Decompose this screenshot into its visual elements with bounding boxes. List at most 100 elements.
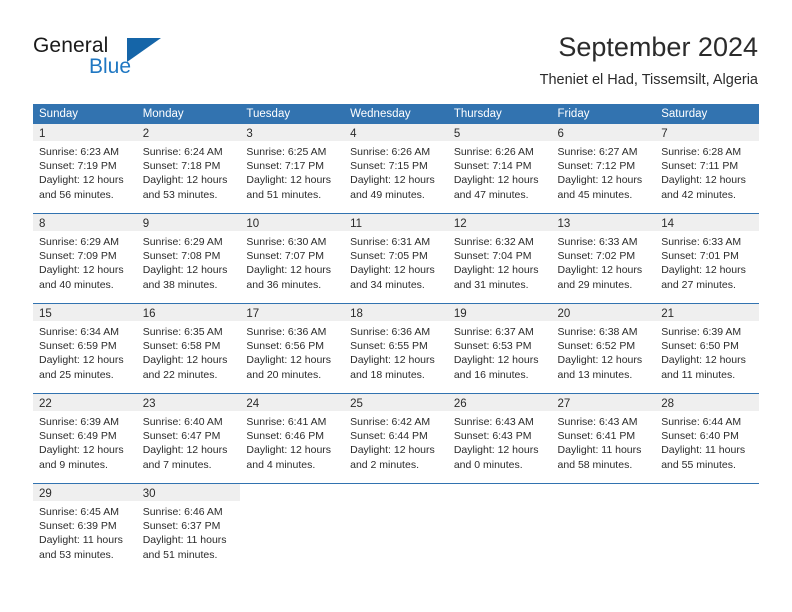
calendar-week-row: 29 Sunrise: 6:45 AM Sunset: 6:39 PM Dayligh… (33, 483, 759, 573)
day-number: 26 (453, 398, 467, 410)
sunrise-text: Sunrise: 6:44 AM (661, 416, 742, 428)
day-number: 30 (142, 488, 156, 500)
day-number-band: 30 (136, 484, 241, 501)
day-cell[interactable]: 19 Sunrise: 6:37 AM Sunset: 6:53 PM Dayligh… (447, 304, 552, 393)
daylight-text-line2: and 38 minutes. (142, 278, 218, 291)
sunset-text: Sunset: 6:49 PM (39, 430, 117, 443)
day-cell[interactable]: 9 Sunrise: 6:29 AM Sunset: 7:08 PM Daylight… (136, 214, 241, 303)
day-number-band: 29 (33, 484, 137, 501)
day-number: 16 (142, 308, 156, 320)
day-cell[interactable]: 26 Sunrise: 6:43 AM Sunset: 6:43 PM Dayligh… (447, 394, 552, 483)
daylight-text-line1: Daylight: 12 hours (350, 174, 435, 187)
day-cell[interactable]: 25 Sunrise: 6:42 AM Sunset: 6:44 PM Dayligh… (344, 394, 448, 483)
day-cell[interactable]: 13 Sunrise: 6:33 AM Sunset: 7:02 PM Dayligh… (551, 214, 656, 303)
weekday-header-sunday: Sunday (39, 108, 79, 120)
daylight-text-line1: Daylight: 12 hours (246, 354, 332, 367)
day-number-band: 15 (33, 304, 137, 321)
sunrise-text: Sunrise: 6:43 AM (557, 416, 638, 428)
sunset-text: Sunset: 6:50 PM (661, 340, 739, 353)
day-number: 29 (39, 488, 52, 500)
day-number: 5 (453, 128, 461, 140)
daylight-text-line2: and 0 minutes. (453, 458, 523, 471)
sunset-text: Sunset: 6:52 PM (557, 340, 636, 353)
day-cell-empty (655, 484, 759, 573)
day-cell-empty (344, 484, 448, 573)
day-cell[interactable]: 24 Sunrise: 6:41 AM Sunset: 6:46 PM Dayligh… (240, 394, 345, 483)
day-number: 9 (142, 218, 150, 230)
daylight-text-line2: and 42 minutes. (661, 188, 736, 201)
day-cell[interactable]: 2 Sunrise: 6:24 AM Sunset: 7:18 PM Daylight… (136, 124, 241, 213)
sunrise-text: Sunrise: 6:41 AM (246, 416, 327, 428)
day-details: Sunrise: 6:29 AM Sunset: 7:09 PM Daylight:… (33, 231, 137, 292)
daylight-text-line2: and 58 minutes. (557, 458, 633, 471)
day-number: 15 (39, 308, 52, 320)
sunrise-text: Sunrise: 6:26 AM (350, 146, 431, 158)
day-number: 24 (246, 398, 260, 410)
day-cell[interactable]: 5 Sunrise: 6:26 AM Sunset: 7:14 PM Daylight… (447, 124, 552, 213)
sunset-text: Sunset: 7:02 PM (557, 250, 636, 263)
day-details: Sunrise: 6:46 AM Sunset: 6:37 PM Daylight:… (137, 501, 241, 562)
day-cell[interactable]: 23 Sunrise: 6:40 AM Sunset: 6:47 PM Dayligh… (136, 394, 241, 483)
calendar-week-row: 8 Sunrise: 6:29 AM Sunset: 7:09 PM Daylight… (33, 213, 759, 303)
day-cell[interactable]: 29 Sunrise: 6:45 AM Sunset: 6:39 PM Dayligh… (33, 484, 137, 573)
daylight-text-line2: and 53 minutes. (39, 548, 114, 561)
day-cell[interactable]: 22 Sunrise: 6:39 AM Sunset: 6:49 PM Dayligh… (33, 394, 137, 483)
daylight-text-line1: Daylight: 12 hours (142, 444, 228, 457)
day-details: Sunrise: 6:43 AM Sunset: 6:43 PM Daylight:… (448, 411, 552, 472)
day-details: Sunrise: 6:33 AM Sunset: 7:02 PM Daylight:… (552, 231, 656, 292)
daylight-text-line2: and 7 minutes. (142, 458, 212, 471)
day-number-band: 13 (551, 214, 656, 231)
day-details: Sunrise: 6:23 AM Sunset: 7:19 PM Daylight:… (33, 141, 137, 202)
day-cell[interactable]: 8 Sunrise: 6:29 AM Sunset: 7:09 PM Daylight… (33, 214, 137, 303)
calendar-week-row: 1 Sunrise: 6:23 AM Sunset: 7:19 PM Daylight… (33, 124, 759, 213)
day-details: Sunrise: 6:43 AM Sunset: 6:41 PM Daylight:… (552, 411, 656, 472)
day-details: Sunrise: 6:26 AM Sunset: 7:15 PM Daylight:… (344, 141, 448, 202)
logo-text-blue: Blue (89, 55, 132, 78)
sunset-text: Sunset: 7:05 PM (350, 250, 428, 263)
daylight-text-line2: and 9 minutes. (39, 458, 108, 471)
title-block: September 2024 Theniet el Had, Tissemsil… (540, 30, 758, 90)
day-cell[interactable]: 27 Sunrise: 6:43 AM Sunset: 6:41 PM Dayligh… (551, 394, 656, 483)
sunset-text: Sunset: 6:37 PM (142, 520, 221, 533)
general-blue-logo[interactable]: General Blue (33, 34, 183, 86)
sunrise-text: Sunrise: 6:30 AM (246, 236, 327, 248)
day-cell[interactable]: 12 Sunrise: 6:32 AM Sunset: 7:04 PM Dayligh… (447, 214, 552, 303)
day-cell[interactable]: 30 Sunrise: 6:46 AM Sunset: 6:37 PM Dayligh… (136, 484, 241, 573)
day-cell[interactable]: 3 Sunrise: 6:25 AM Sunset: 7:17 PM Daylight… (240, 124, 345, 213)
sunset-text: Sunset: 7:01 PM (661, 250, 739, 263)
day-cell[interactable]: 21 Sunrise: 6:39 AM Sunset: 6:50 PM Dayligh… (655, 304, 759, 393)
day-number-band: 2 (136, 124, 241, 141)
sunrise-text: Sunrise: 6:42 AM (350, 416, 431, 428)
day-details: Sunrise: 6:28 AM Sunset: 7:11 PM Daylight:… (655, 141, 759, 202)
sunset-text: Sunset: 6:56 PM (246, 340, 325, 353)
day-cell[interactable]: 18 Sunrise: 6:36 AM Sunset: 6:55 PM Dayligh… (344, 304, 448, 393)
day-number: 14 (661, 218, 675, 230)
day-number-band: 23 (136, 394, 241, 411)
day-number: 8 (39, 218, 46, 230)
day-number-band: 18 (344, 304, 448, 321)
day-details: Sunrise: 6:38 AM Sunset: 6:52 PM Daylight:… (552, 321, 656, 382)
sunrise-text: Sunrise: 6:37 AM (453, 326, 534, 338)
day-cell[interactable]: 20 Sunrise: 6:38 AM Sunset: 6:52 PM Dayligh… (551, 304, 656, 393)
day-cell[interactable]: 15 Sunrise: 6:34 AM Sunset: 6:59 PM Dayligh… (33, 304, 137, 393)
day-number-band: 16 (136, 304, 241, 321)
day-cell[interactable]: 14 Sunrise: 6:33 AM Sunset: 7:01 PM Dayligh… (655, 214, 759, 303)
day-details: Sunrise: 6:34 AM Sunset: 6:59 PM Daylight:… (33, 321, 137, 382)
day-number-band: 28 (655, 394, 759, 411)
day-details: Sunrise: 6:35 AM Sunset: 6:58 PM Daylight:… (137, 321, 241, 382)
day-cell[interactable]: 4 Sunrise: 6:26 AM Sunset: 7:15 PM Daylight… (344, 124, 448, 213)
day-cell[interactable]: 10 Sunrise: 6:30 AM Sunset: 7:07 PM Dayligh… (240, 214, 345, 303)
day-cell[interactable]: 1 Sunrise: 6:23 AM Sunset: 7:19 PM Daylight… (33, 124, 137, 213)
day-cell[interactable]: 7 Sunrise: 6:28 AM Sunset: 7:11 PM Daylight… (655, 124, 759, 213)
day-cell[interactable]: 28 Sunrise: 6:44 AM Sunset: 6:40 PM Dayligh… (655, 394, 759, 483)
day-cell[interactable]: 6 Sunrise: 6:27 AM Sunset: 7:12 PM Daylight… (551, 124, 656, 213)
sunset-text: Sunset: 6:58 PM (142, 340, 221, 353)
weekday-header-row: Sunday Monday Tuesday Wednesday Thursday… (33, 104, 759, 124)
day-number-band: 19 (447, 304, 552, 321)
day-details: Sunrise: 6:36 AM Sunset: 6:55 PM Daylight:… (344, 321, 448, 382)
day-cell[interactable]: 16 Sunrise: 6:35 AM Sunset: 6:58 PM Dayligh… (136, 304, 241, 393)
day-number-band: 25 (344, 394, 448, 411)
day-cell[interactable]: 11 Sunrise: 6:31 AM Sunset: 7:05 PM Dayligh… (344, 214, 448, 303)
sunrise-text: Sunrise: 6:25 AM (246, 146, 327, 158)
day-cell[interactable]: 17 Sunrise: 6:36 AM Sunset: 6:56 PM Dayligh… (240, 304, 345, 393)
